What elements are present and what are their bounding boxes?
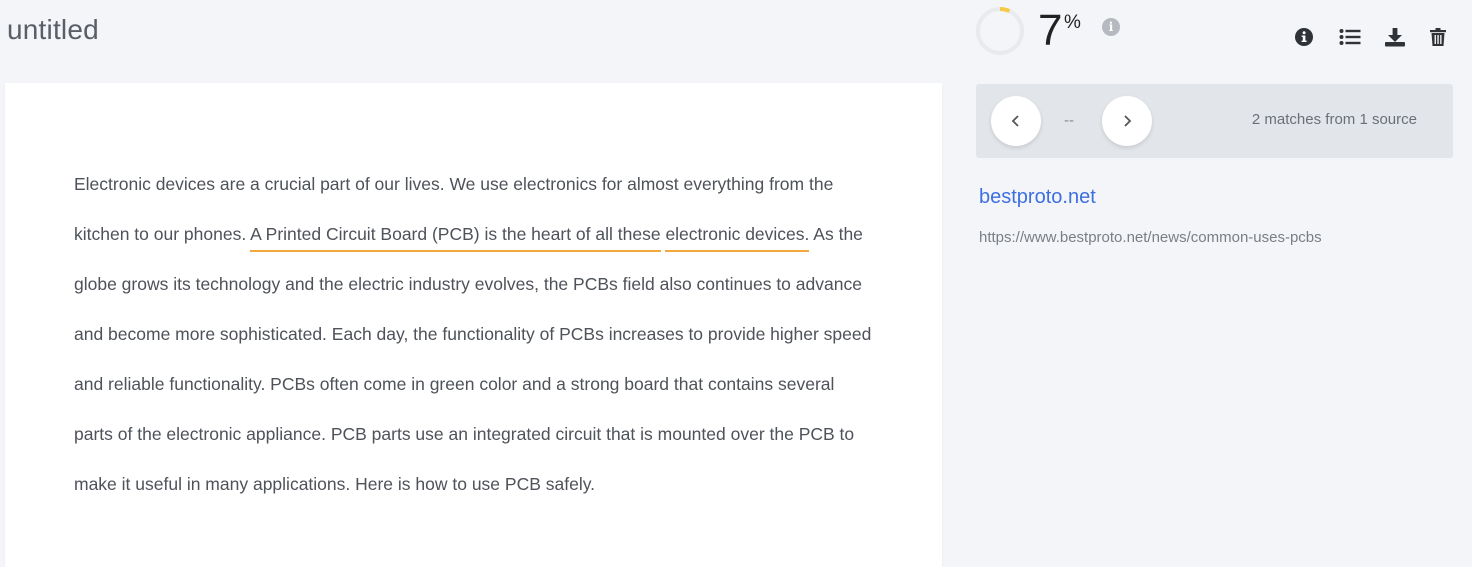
app-root: untitled Electronic devices are a crucia… [0, 0, 1472, 567]
list-button[interactable] [1339, 26, 1361, 48]
score-ring [976, 7, 1024, 55]
similarity-score-unit: % [1064, 12, 1081, 33]
text-after-match: As the globe grows its technology and th… [74, 224, 872, 494]
match-summary: 2 matches from 1 source [1251, 111, 1417, 128]
info-icon[interactable]: i [1102, 18, 1120, 36]
info-button[interactable] [1293, 26, 1315, 48]
match-highlight[interactable]: electronic devices. [665, 224, 810, 252]
match-position: -- [1064, 112, 1074, 129]
chevron-right-icon [1124, 115, 1132, 127]
document-title[interactable]: untitled [7, 14, 99, 46]
download-button[interactable] [1384, 26, 1406, 48]
previous-match-button[interactable] [991, 96, 1041, 146]
match-highlight[interactable]: A Printed Circuit Board (PCB) is the hea… [250, 224, 661, 252]
info-circle-icon [1295, 28, 1313, 46]
delete-button[interactable] [1427, 26, 1449, 48]
list-icon [1339, 29, 1361, 45]
match-navigator: -- 2 matches from 1 source [976, 84, 1453, 158]
similarity-score: 7 [1038, 6, 1063, 55]
download-icon [1385, 28, 1405, 47]
next-match-button[interactable] [1102, 96, 1152, 146]
trash-icon [1430, 28, 1446, 46]
document-text[interactable]: Electronic devices are a crucial part of… [74, 159, 874, 509]
document-panel: Electronic devices are a crucial part of… [5, 83, 942, 567]
source-url[interactable]: https://www.bestproto.net/news/common-us… [979, 229, 1322, 246]
chevron-left-icon [1011, 115, 1019, 127]
source-link[interactable]: bestproto.net [979, 186, 1096, 209]
